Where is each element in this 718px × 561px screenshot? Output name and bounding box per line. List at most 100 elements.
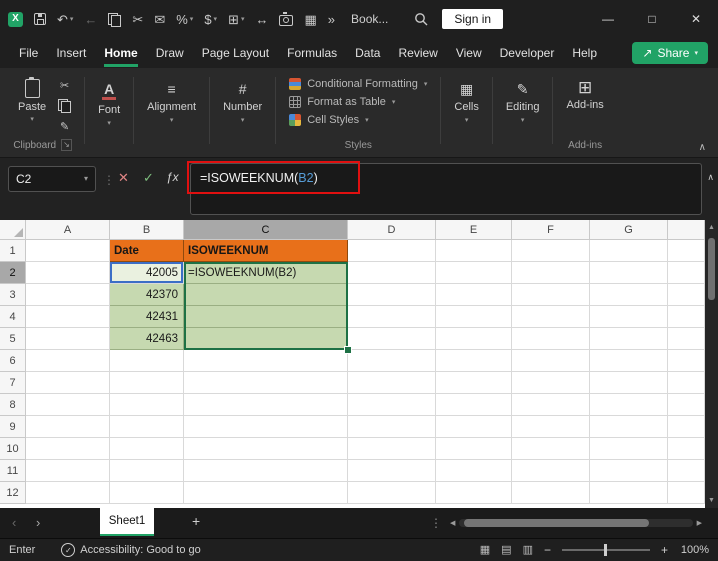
more-commands-button[interactable]: »: [328, 13, 335, 26]
cell-G4[interactable]: [590, 306, 668, 328]
tab-view[interactable]: View: [447, 39, 491, 68]
copy-button[interactable]: [108, 13, 121, 26]
cell-G11[interactable]: [590, 460, 668, 482]
cell-G8[interactable]: [590, 394, 668, 416]
minimize-button[interactable]: —: [586, 0, 630, 38]
cell-F3[interactable]: [512, 284, 590, 306]
tab-home[interactable]: Home: [95, 39, 146, 68]
column-header-partial[interactable]: [668, 220, 705, 240]
row-header-2[interactable]: 2: [0, 262, 26, 284]
row-header-9[interactable]: 9: [0, 416, 26, 438]
cell-D11[interactable]: [348, 460, 436, 482]
cell-B7[interactable]: [110, 372, 184, 394]
name-box-dropdown-icon[interactable]: ▾: [84, 175, 88, 183]
cell-A12[interactable]: [26, 482, 110, 504]
sheet-scroll-divider-icon[interactable]: ⋮: [430, 516, 442, 530]
currency-style-button[interactable]: $▾: [204, 13, 217, 26]
cell-D8[interactable]: [348, 394, 436, 416]
tab-page-layout[interactable]: Page Layout: [193, 39, 278, 68]
zoom-slider-thumb[interactable]: [604, 544, 607, 556]
cell-H3[interactable]: [668, 284, 705, 306]
conditional-formatting-button[interactable]: Conditional Formatting▾: [285, 75, 431, 93]
cell-B8[interactable]: [110, 394, 184, 416]
cell-H9[interactable]: [668, 416, 705, 438]
copy-button[interactable]: [58, 99, 71, 115]
cell-E2[interactable]: [436, 262, 512, 284]
horizontal-scroll-track[interactable]: [459, 519, 692, 527]
vertical-scrollbar[interactable]: ▲ ▼: [705, 220, 718, 508]
enter-button[interactable]: ✓: [143, 171, 154, 184]
cell-C7[interactable]: [184, 372, 348, 394]
next-sheet-icon[interactable]: ›: [36, 516, 40, 529]
cell-B12[interactable]: [110, 482, 184, 504]
cell-E12[interactable]: [436, 482, 512, 504]
row-header-8[interactable]: 8: [0, 394, 26, 416]
scroll-down-icon[interactable]: ▼: [708, 497, 715, 508]
cell-D6[interactable]: [348, 350, 436, 372]
back-button[interactable]: ←: [84, 13, 97, 26]
tab-file[interactable]: File: [10, 39, 47, 68]
search-icon[interactable]: [414, 12, 428, 26]
alignment-group-button[interactable]: ≡ Alignment ▾: [137, 71, 206, 154]
cell-A6[interactable]: [26, 350, 110, 372]
cell-H8[interactable]: [668, 394, 705, 416]
cell-G5[interactable]: [590, 328, 668, 350]
cell-H11[interactable]: [668, 460, 705, 482]
font-group-button[interactable]: A Font ▾: [88, 71, 130, 154]
cell-G7[interactable]: [590, 372, 668, 394]
cell-F7[interactable]: [512, 372, 590, 394]
share-button[interactable]: ↗ Share ▾: [632, 42, 708, 64]
zoom-out-button[interactable]: −: [544, 544, 551, 556]
cell-A11[interactable]: [26, 460, 110, 482]
cell-F12[interactable]: [512, 482, 590, 504]
cell-C3[interactable]: [184, 284, 348, 306]
cell-D5[interactable]: [348, 328, 436, 350]
cell-A2[interactable]: [26, 262, 110, 284]
cell-D7[interactable]: [348, 372, 436, 394]
cells-group-button[interactable]: ▦ Cells ▾: [444, 71, 488, 154]
undo-button[interactable]: ↶▾: [57, 13, 73, 26]
sheet-tab-sheet1[interactable]: Sheet1: [100, 508, 154, 536]
row-header-7[interactable]: 7: [0, 372, 26, 394]
cell-C5[interactable]: [184, 328, 348, 350]
format-painter-button[interactable]: ✎: [60, 122, 69, 133]
cancel-button[interactable]: ✕: [118, 171, 129, 184]
cell-B11[interactable]: [110, 460, 184, 482]
tab-formulas[interactable]: Formulas: [278, 39, 346, 68]
column-header-C[interactable]: C: [184, 220, 348, 240]
row-header-3[interactable]: 3: [0, 284, 26, 306]
cell-B2[interactable]: 42005: [110, 262, 184, 284]
column-header-D[interactable]: D: [348, 220, 436, 240]
column-header-G[interactable]: G: [590, 220, 668, 240]
tab-insert[interactable]: Insert: [47, 39, 95, 68]
fill-handle[interactable]: [344, 346, 352, 354]
cell-E6[interactable]: [436, 350, 512, 372]
cell-D3[interactable]: [348, 284, 436, 306]
horizontal-scrollbar[interactable]: ◀ ▶: [450, 517, 702, 529]
tab-data[interactable]: Data: [346, 39, 389, 68]
column-header-A[interactable]: A: [26, 220, 110, 240]
app-icon[interactable]: [8, 12, 23, 27]
scroll-up-icon[interactable]: ▲: [708, 220, 715, 231]
select-all-button[interactable]: [0, 220, 26, 240]
cell-G12[interactable]: [590, 482, 668, 504]
clipboard-dialog-launcher-icon[interactable]: ↘: [61, 139, 72, 151]
table-button[interactable]: ▦: [304, 13, 316, 26]
cell-C1[interactable]: ISOWEEKNUM: [184, 240, 348, 262]
editing-group-button[interactable]: ✎ Editing ▾: [496, 71, 550, 154]
cell-C4[interactable]: [184, 306, 348, 328]
tab-review[interactable]: Review: [389, 39, 446, 68]
cell-D2[interactable]: [348, 262, 436, 284]
cell-E10[interactable]: [436, 438, 512, 460]
cell-A3[interactable]: [26, 284, 110, 306]
cell-F5[interactable]: [512, 328, 590, 350]
cell-E8[interactable]: [436, 394, 512, 416]
cell-C8[interactable]: [184, 394, 348, 416]
cell-F11[interactable]: [512, 460, 590, 482]
cell-G9[interactable]: [590, 416, 668, 438]
normal-view-button[interactable]: ▦: [480, 545, 490, 556]
column-header-B[interactable]: B: [110, 220, 184, 240]
cell-H4[interactable]: [668, 306, 705, 328]
cell-F10[interactable]: [512, 438, 590, 460]
cell-A9[interactable]: [26, 416, 110, 438]
